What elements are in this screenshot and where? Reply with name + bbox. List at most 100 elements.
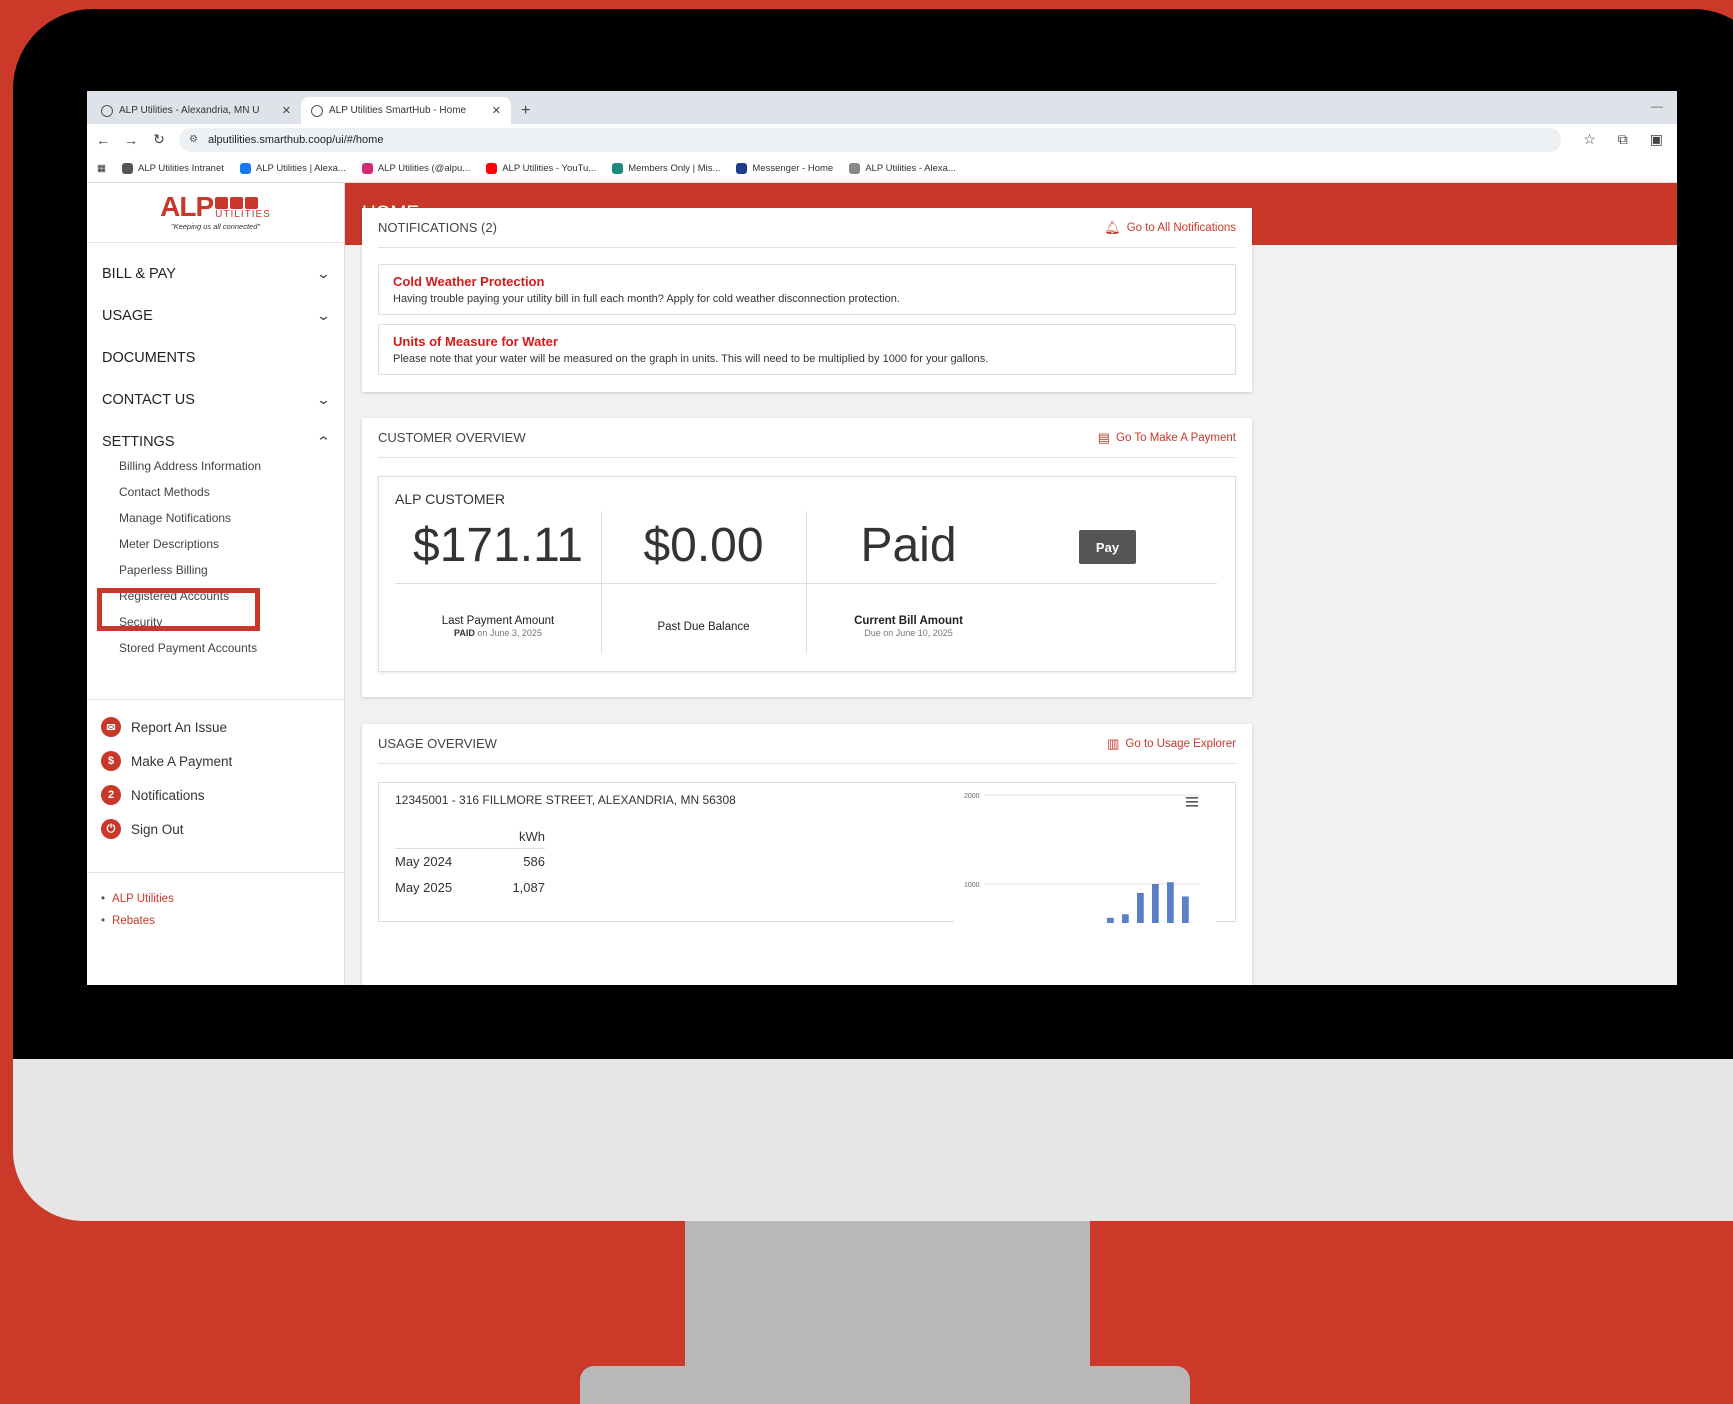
chart-bar	[1167, 882, 1174, 923]
sidebar-action-label: Report An Issue	[131, 719, 228, 735]
table-row: May 2025 1,087	[395, 875, 545, 901]
apps-grid-icon[interactable]: ▦	[97, 163, 106, 174]
go-to-usage-explorer-label: Go to Usage Explorer	[1125, 737, 1236, 750]
usage-summary: 12345001 - 316 FILLMORE STREET, ALEXANDR…	[378, 782, 1236, 923]
settings-item-contact-methods[interactable]: Contact Methods	[119, 479, 344, 505]
bookmark-label: ALP Utilities - YouTu...	[502, 163, 597, 174]
settings-item-billing-address-information[interactable]: Billing Address Information	[119, 453, 344, 479]
bookmark-item[interactable]: ALP Utilities Intranet	[121, 163, 224, 174]
notification-item[interactable]: Units of Measure for Water Please note t…	[378, 324, 1236, 375]
customer-overview-card: CUSTOMER OVERVIEW ▤ Go To Make A Payment…	[362, 418, 1252, 697]
usage-table: kWh May 2024 586 May 2025 1,087	[395, 829, 545, 901]
browser-tab-active[interactable]: ALP Utilities SmartHub - Home ✕	[301, 97, 511, 124]
url-text: alputilities.smarthub.coop/ui/#/home	[207, 133, 384, 146]
notifications-link[interactable]: 2 Notifications	[87, 778, 344, 812]
globe-icon	[311, 104, 323, 117]
last-payment: $171.11 Last Payment Amount PAID on June…	[395, 511, 601, 653]
sidebar-item-contact-us[interactable]: CONTACT US ⌄	[87, 379, 344, 421]
sidebar-item-label: BILL & PAY	[102, 266, 176, 282]
monitor-chin	[13, 1059, 1733, 1221]
mail-icon: ✉	[101, 717, 121, 737]
current-bill: Paid Current Bill Amount Due on June 10,…	[806, 511, 1011, 653]
report-issue-link[interactable]: ✉ Report An Issue	[87, 710, 344, 744]
bookmark-favicon-icon	[361, 163, 373, 174]
browser-tab[interactable]: ALP Utilities - Alexandria, MN U ✕	[91, 97, 301, 124]
reload-icon[interactable]: ↻	[151, 131, 167, 148]
bookmark-item[interactable]: ALP Utilities | Alexa...	[239, 163, 346, 174]
settings-item-paperless-billing[interactable]: Paperless Billing	[119, 557, 344, 583]
sidebar-item-documents[interactable]: DOCUMENTS	[87, 337, 344, 379]
usage-overview-card: USAGE OVERVIEW ▥ Go to Usage Explorer 12…	[362, 724, 1252, 985]
power-icon: ⏻	[101, 819, 121, 839]
go-to-payment-link[interactable]: ▤ Go To Make A Payment	[1098, 430, 1236, 446]
new-tab-button[interactable]: +	[511, 102, 540, 124]
bookmark-item[interactable]: Members Only | Mis...	[612, 163, 720, 174]
globe-icon	[101, 104, 113, 117]
sidebar-footer-links: ALP Utilities Rebates	[87, 872, 344, 937]
bookmark-label: Messenger - Home	[752, 163, 834, 174]
current-bill-status: Paid	[860, 519, 957, 572]
make-payment-link[interactable]: $ Make A Payment	[87, 744, 344, 778]
back-icon[interactable]: ←	[95, 132, 111, 148]
side-panel-icon[interactable]: ▣	[1650, 131, 1663, 148]
notification-item[interactable]: Cold Weather Protection Having trouble p…	[378, 264, 1236, 315]
chart-bar	[1107, 917, 1114, 923]
bookmark-label: ALP Utilities - Alexa...	[865, 163, 956, 174]
bookmark-item[interactable]: Messenger - Home	[736, 163, 833, 174]
main-content: HOME NOTIFICATIONS (2) 🔔︎ Go to All Noti…	[345, 183, 1677, 985]
past-due: $0.00 Past Due Balance	[601, 511, 806, 653]
footer-link-rebates[interactable]: Rebates	[101, 915, 344, 937]
settings-item-manage-notifications[interactable]: Manage Notifications	[119, 505, 344, 531]
sidebar-item-label: USAGE	[102, 308, 153, 324]
footer-link-alp-utilities[interactable]: ALP Utilities	[101, 893, 344, 915]
logo[interactable]: ALP UTILITIES "Keeping us all connected"	[87, 183, 344, 243]
forward-icon[interactable]: →	[123, 132, 139, 148]
go-to-usage-explorer-link[interactable]: ▥ Go to Usage Explorer	[1107, 736, 1236, 752]
sidebar-item-bill-pay[interactable]: BILL & PAY ⌄	[87, 253, 344, 295]
bookmark-star-icon[interactable]: ☆	[1583, 131, 1596, 148]
notification-title: Units of Measure for Water	[393, 334, 558, 349]
settings-item-meter-descriptions[interactable]: Meter Descriptions	[119, 531, 344, 557]
screen: ALP Utilities - Alexandria, MN U ✕ ALP U…	[87, 91, 1677, 985]
url-field[interactable]: ⚙ alputilities.smarthub.coop/ui/#/home	[179, 127, 1562, 152]
usage-chart[interactable]: 2000 1000	[954, 783, 1216, 923]
sidebar-action-label: Sign Out	[131, 821, 184, 837]
extensions-icon[interactable]: ⧉	[1618, 131, 1628, 148]
notification-count-icon: 2	[101, 785, 121, 805]
current-bill-label: Current Bill Amount	[854, 615, 963, 627]
chart-menu-icon	[1186, 797, 1198, 799]
sign-out-link[interactable]: ⏻ Sign Out	[87, 812, 344, 846]
close-icon[interactable]: ✕	[492, 104, 501, 117]
go-to-notifications-link[interactable]: 🔔︎ Go to All Notifications	[1104, 220, 1236, 236]
notification-body: Please note that your water will be meas…	[393, 353, 989, 365]
sidebar-item-label: CONTACT US	[102, 392, 195, 408]
sidebar-item-usage[interactable]: USAGE ⌄	[87, 295, 344, 337]
settings-item-stored-payment-accounts[interactable]: Stored Payment Accounts	[119, 635, 344, 661]
usage-period: May 2025	[395, 880, 453, 895]
tab-title: ALP Utilities SmartHub - Home	[329, 105, 467, 116]
chevron-down-icon: ⌄	[315, 308, 332, 323]
minimize-button[interactable]: —	[1651, 99, 1663, 113]
highlight-box	[97, 588, 260, 631]
document-icon: ▤	[1097, 429, 1111, 445]
bell-icon: 🔔︎	[1104, 219, 1121, 235]
service-address: 12345001 - 316 FILLMORE STREET, ALEXANDR…	[395, 793, 736, 807]
pay-button[interactable]: Pay	[1079, 530, 1136, 564]
sidebar-actions: ✉ Report An Issue $ Make A Payment 2 Notifica…	[87, 699, 344, 846]
bookmark-item[interactable]: ALP Utilities - YouTu...	[486, 163, 596, 174]
go-to-notifications-label: Go to All Notifications	[1126, 221, 1236, 234]
logo-tagline: "Keeping us all connected"	[170, 222, 261, 231]
chart-menu-icon	[1186, 805, 1198, 807]
bookmark-label: ALP Utilities (@alpu...	[377, 163, 471, 174]
bookmark-item[interactable]: ALP Utilities - Alexa...	[849, 163, 956, 174]
close-icon[interactable]: ✕	[282, 104, 291, 117]
sidebar-item-label: DOCUMENTS	[102, 350, 196, 366]
chevron-up-icon: ⌃	[315, 434, 332, 449]
chart-icon: ▥	[1107, 735, 1120, 751]
chart-bar	[1152, 884, 1159, 923]
chart-bar	[1137, 892, 1144, 923]
go-to-payment-label: Go To Make A Payment	[1116, 431, 1236, 444]
bookmark-item[interactable]: ALP Utilities (@alpu...	[361, 163, 471, 174]
dollar-icon: $	[101, 751, 121, 771]
site-settings-icon[interactable]: ⚙	[189, 134, 198, 145]
